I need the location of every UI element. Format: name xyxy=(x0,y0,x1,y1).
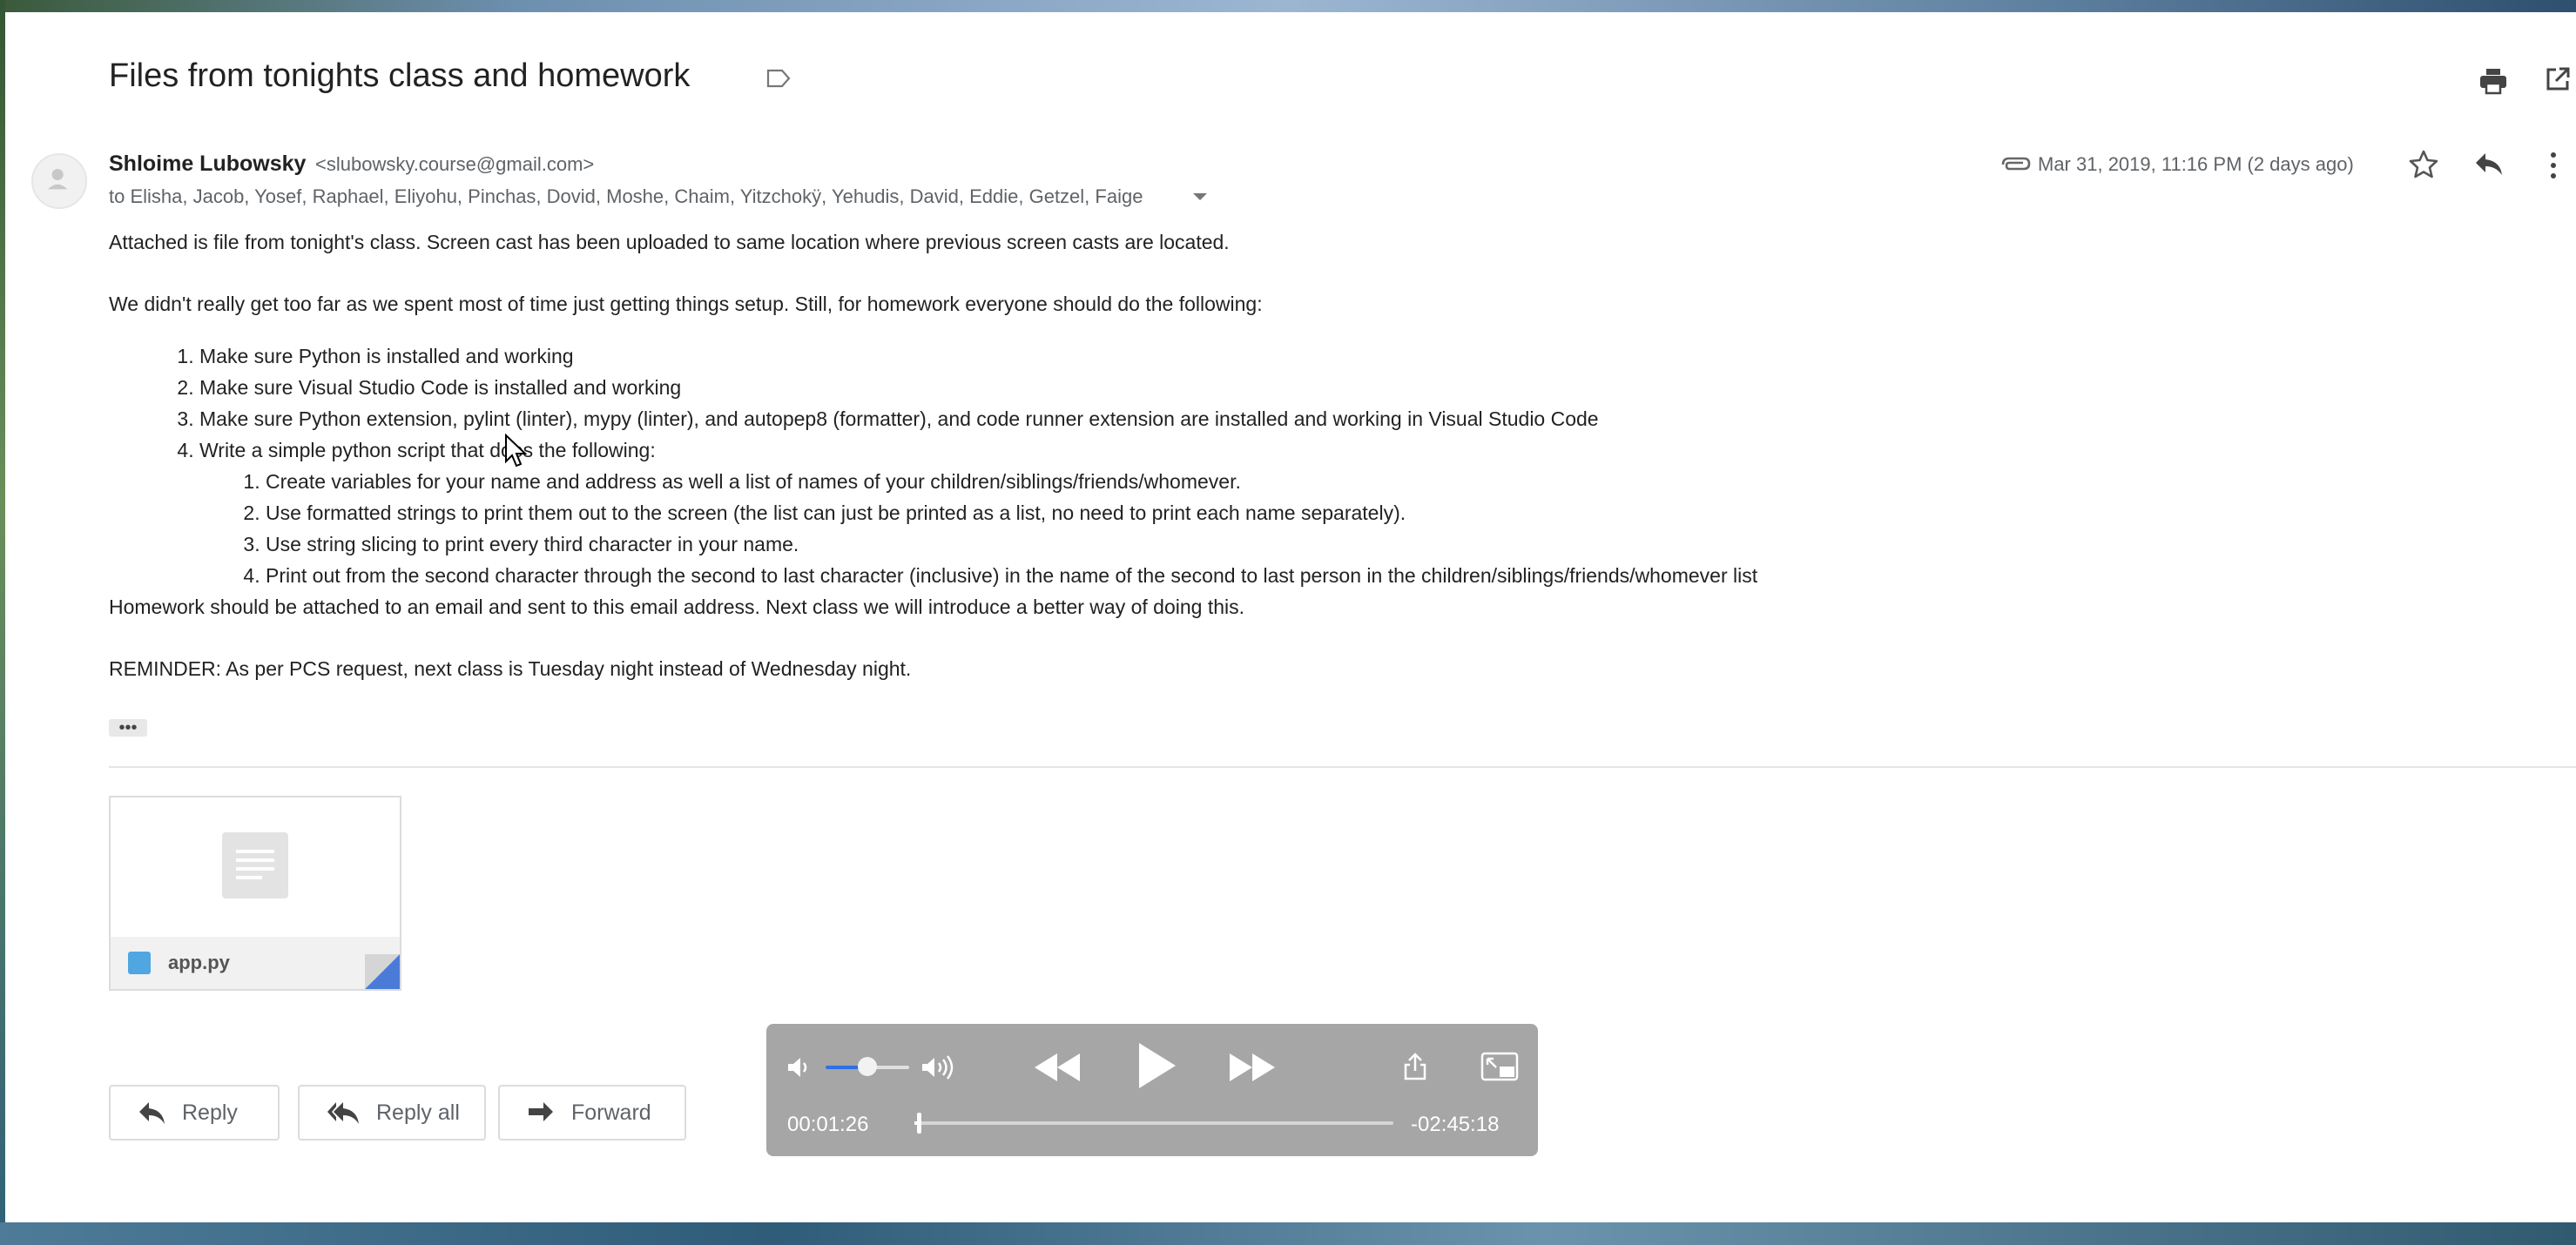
attachment-footer: app.py xyxy=(111,937,400,989)
document-icon xyxy=(222,832,288,898)
volume-slider-handle[interactable] xyxy=(858,1057,877,1076)
body-paragraph: We didn't really get too far as we spent… xyxy=(109,293,1263,315)
attachment-card[interactable]: app.py xyxy=(109,796,401,991)
list-item-with-sublist: Write a simple python script that does t… xyxy=(199,434,2530,591)
page-fold-corner xyxy=(365,954,400,989)
video-player-controls[interactable]: 00:01:26 -02:45:18 xyxy=(766,1024,1538,1156)
email-date: Mar 31, 2019, 11:16 PM (2 days ago) xyxy=(2038,153,2354,175)
reply-button-label: Reply xyxy=(182,1100,238,1125)
forward-icon xyxy=(529,1102,553,1121)
email-window: Files from tonights class and homework S… xyxy=(5,12,2576,1222)
more-vert-icon[interactable] xyxy=(2546,150,2560,181)
body-paragraph: Attached is file from tonight's class. S… xyxy=(109,231,1230,253)
desktop-background-top xyxy=(0,0,2576,12)
star-icon[interactable] xyxy=(2407,148,2440,181)
mouse-cursor-icon xyxy=(505,434,527,468)
rewind-icon[interactable] xyxy=(1033,1052,1082,1083)
reminder-paragraph: REMINDER: As per PCS request, next class… xyxy=(109,657,912,680)
list-item: Print out from the second character thro… xyxy=(266,560,2530,591)
sender-email: <slubowsky.course@gmail.com> xyxy=(315,153,595,175)
remaining-time: -02:45:18 xyxy=(1411,1113,1500,1136)
list-item: Use string slicing to print every third … xyxy=(266,528,2530,560)
volume-low-icon[interactable] xyxy=(786,1055,812,1080)
play-icon[interactable] xyxy=(1136,1041,1177,1090)
reply-icon xyxy=(139,1102,165,1124)
attachment-preview[interactable] xyxy=(111,797,400,937)
reply-all-icon xyxy=(327,1102,359,1124)
reply-all-button[interactable]: Reply all xyxy=(298,1085,486,1141)
reply-button[interactable]: Reply xyxy=(109,1085,280,1141)
body-paragraph: Homework should be attached to an email … xyxy=(109,596,1245,618)
recipients-list: to Elisha, Jacob, Yosef, Raphael, Eliyoh… xyxy=(109,185,1143,207)
list-item: Make sure Python extension, pylint (lint… xyxy=(199,403,2530,434)
forward-button[interactable]: Forward xyxy=(498,1085,686,1141)
email-subject: Files from tonights class and homework xyxy=(109,57,691,94)
list-item: Create variables for your name and addre… xyxy=(266,466,2530,497)
print-icon[interactable] xyxy=(2478,66,2508,96)
sender-avatar[interactable] xyxy=(31,153,87,209)
pip-icon[interactable] xyxy=(1480,1052,1519,1081)
file-type-icon xyxy=(128,952,151,974)
fast-forward-icon[interactable] xyxy=(1228,1052,1277,1083)
script-requirements-list: Create variables for your name and addre… xyxy=(199,466,2530,591)
desktop-background-bottom xyxy=(0,1222,2576,1245)
attachment-filename: app.py xyxy=(168,952,230,973)
avatar-icon xyxy=(47,168,68,190)
current-time: 00:01:26 xyxy=(787,1113,869,1136)
homework-list: Make sure Python is installed and workin… xyxy=(109,340,2530,591)
forward-button-label: Forward xyxy=(571,1100,651,1125)
reply-icon[interactable] xyxy=(2473,150,2505,178)
list-item: Use formatted strings to print them out … xyxy=(266,497,2530,528)
email-body: Attached is file from tonight's class. S… xyxy=(109,226,2530,684)
list-item: Make sure Python is installed and workin… xyxy=(199,340,2530,372)
volume-high-icon[interactable] xyxy=(920,1053,958,1081)
attachments-divider xyxy=(109,766,2576,768)
list-item: Make sure Visual Studio Code is installe… xyxy=(199,372,2530,403)
reply-all-button-label: Reply all xyxy=(376,1100,460,1125)
chevron-down-icon[interactable] xyxy=(1191,191,1209,203)
progress-handle[interactable] xyxy=(916,1113,921,1134)
popout-icon[interactable] xyxy=(2545,66,2571,92)
share-icon[interactable] xyxy=(1402,1052,1428,1081)
show-trimmed-content-button[interactable]: ••• xyxy=(109,719,147,737)
label-icon[interactable] xyxy=(766,68,791,89)
sender-name: Shloime Lubowsky xyxy=(109,151,307,176)
list-item-text: Write a simple python script that does t… xyxy=(199,439,656,461)
progress-scrubber[interactable] xyxy=(914,1113,1393,1134)
attachment-clip-icon xyxy=(2001,157,2031,171)
